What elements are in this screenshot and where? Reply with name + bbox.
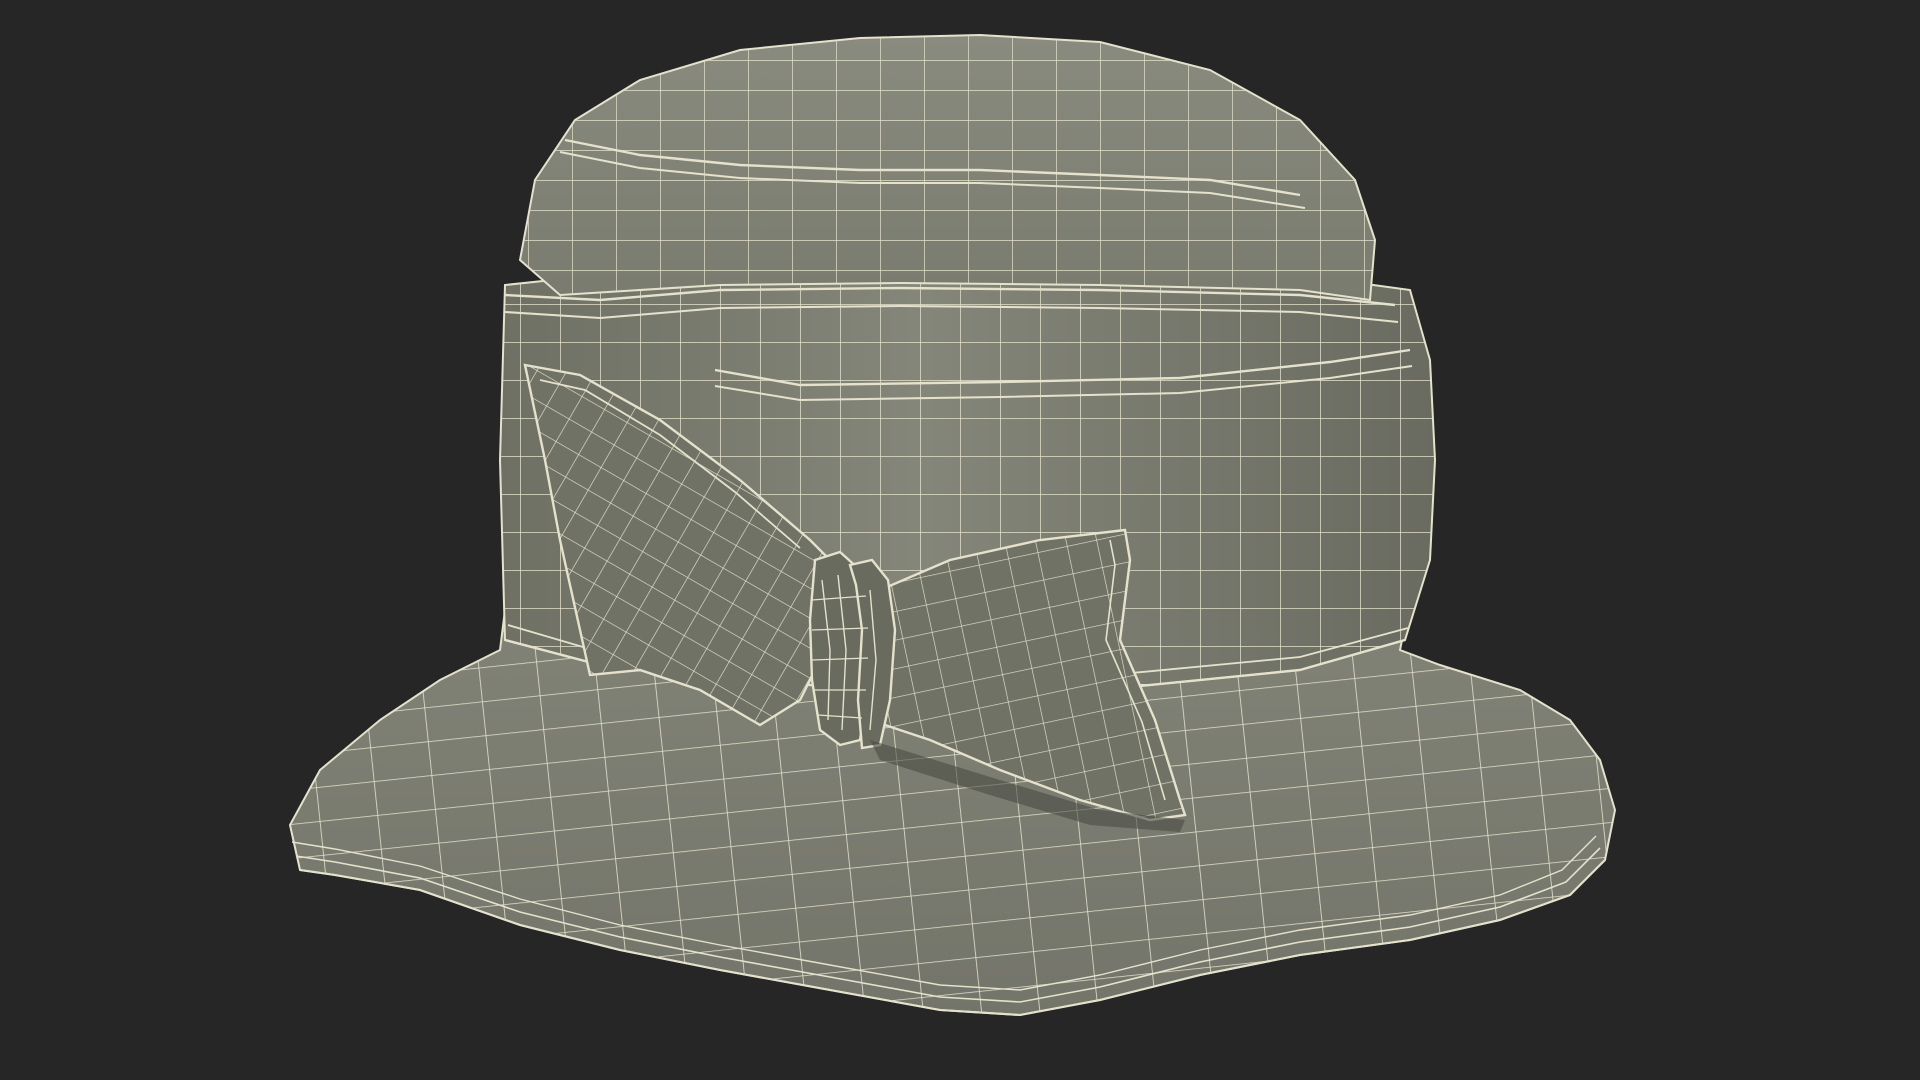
render-viewport [0, 0, 1920, 1080]
hat-wireframe-render [0, 0, 1920, 1080]
bow-knot [808, 550, 897, 750]
